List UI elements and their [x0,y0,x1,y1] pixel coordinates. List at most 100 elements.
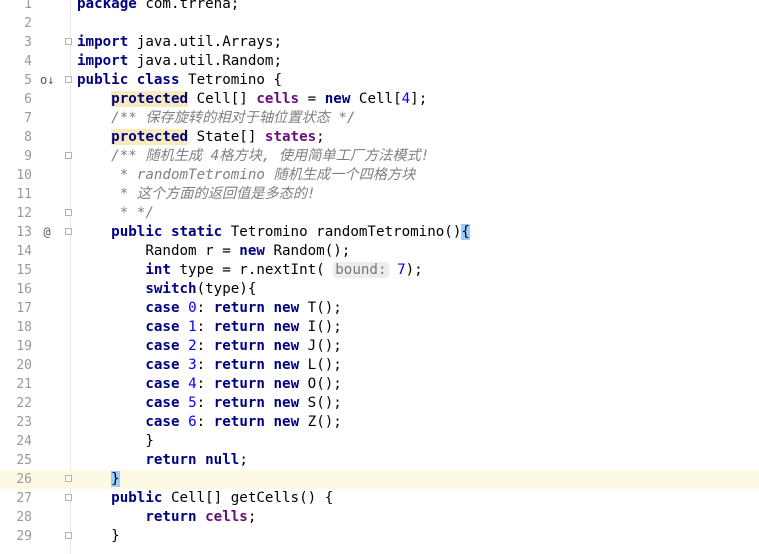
code-editor[interactable]: 1 package com.trrena; 2 3 import java.util.A… [0,0,759,546]
code-line[interactable]: 29 } [0,527,759,546]
fold-toggle-icon[interactable] [63,147,73,166]
line-number[interactable]: 5 [0,71,32,90]
line-number[interactable]: 17 [0,299,32,318]
code-text[interactable]: * 这个方面的返回值是多态的! [77,185,316,204]
code-line[interactable]: 4 import java.util.Random; [0,52,759,71]
fold-toggle-icon[interactable] [63,223,73,242]
code-line[interactable]: 23 case 6: return new Z(); [0,413,759,432]
line-number[interactable]: 6 [0,90,32,109]
code-line[interactable]: 28 return cells; [0,508,759,527]
code-line[interactable]: 19 case 2: return new J(); [0,337,759,356]
code-text[interactable]: * */ [77,204,154,223]
code-token: } [77,433,154,449]
code-text[interactable]: int type = r.nextInt( bound: 7); [77,261,423,280]
code-line[interactable]: 13 @ public static Tetromino randomTetrom… [0,223,759,242]
code-line[interactable]: 24 } [0,432,759,451]
code-line[interactable]: 5 o↓ public class Tetromino { [0,71,759,90]
line-number[interactable]: 24 [0,432,32,451]
fold-toggle-icon[interactable] [63,470,73,489]
code-text[interactable]: case 4: return new O(); [77,375,342,394]
code-line[interactable]: 16 switch(type){ [0,280,759,299]
code-text[interactable]: public class Tetromino { [77,71,282,90]
line-number[interactable]: 14 [0,242,32,261]
code-line[interactable]: 9 /** 随机生成 4格方块, 使用简单工厂方法模式! [0,147,759,166]
code-text[interactable]: /** 保存旋转的相对于轴位置状态 */ [77,109,355,128]
code-line[interactable]: 17 case 0: return new T(); [0,299,759,318]
line-number[interactable]: 10 [0,166,32,185]
code-text[interactable]: return null; [77,451,248,470]
fold-toggle-icon[interactable] [63,527,73,546]
line-number[interactable]: 11 [0,185,32,204]
line-number[interactable]: 25 [0,451,32,470]
line-number[interactable]: 16 [0,280,32,299]
code-line[interactable]: 8 protected State[] states; [0,128,759,147]
fold-toggle-icon[interactable] [63,489,73,508]
line-number[interactable]: 21 [0,375,32,394]
code-line[interactable]: 22 case 5: return new S(); [0,394,759,413]
code-line[interactable]: 15 int type = r.nextInt( bound: 7); [0,261,759,280]
line-number[interactable]: 27 [0,489,32,508]
line-number[interactable]: 28 [0,508,32,527]
code-text[interactable]: protected State[] states; [77,128,325,147]
code-line[interactable]: 1 package com.trrena; [0,0,759,14]
code-token: public class [77,72,180,88]
code-text[interactable]: public Cell[] getCells() { [77,489,333,508]
code-text[interactable]: case 2: return new J(); [77,337,342,356]
implemented-marker-icon[interactable]: o↓ [40,71,54,90]
code-text[interactable]: switch(type){ [77,280,256,299]
line-number[interactable]: 23 [0,413,32,432]
code-line[interactable]: 20 case 3: return new L(); [0,356,759,375]
line-number[interactable]: 8 [0,128,32,147]
code-text[interactable]: case 0: return new T(); [77,299,342,318]
code-text[interactable]: return cells; [77,508,256,527]
code-text[interactable]: protected Cell[] cells = new Cell[4]; [77,90,427,109]
code-line[interactable]: 21 case 4: return new O(); [0,375,759,394]
code-text[interactable]: case 1: return new I(); [77,318,342,337]
code-text[interactable]: case 6: return new Z(); [77,413,342,432]
code-text[interactable]: import java.util.Random; [77,52,282,71]
code-text[interactable]: } [77,470,120,489]
fold-toggle-icon[interactable] [63,33,73,52]
code-line[interactable]: 12 * */ [0,204,759,223]
line-number[interactable]: 29 [0,527,32,546]
code-line[interactable]: 18 case 1: return new I(); [0,318,759,337]
code-text[interactable]: case 3: return new L(); [77,356,342,375]
code-line[interactable]: 3 import java.util.Arrays; [0,33,759,52]
code-text[interactable]: /** 随机生成 4格方块, 使用简单工厂方法模式! [77,147,429,166]
line-number[interactable]: 20 [0,356,32,375]
line-number[interactable]: 18 [0,318,32,337]
code-line[interactable]: 27 public Cell[] getCells() { [0,489,759,508]
line-number[interactable]: 15 [0,261,32,280]
code-text[interactable]: public static Tetromino randomTetromino(… [77,223,470,242]
code-line[interactable]: 10 * randomTetromino 随机生成一个四格方块 [0,166,759,185]
code-text[interactable]: package com.trrena; [77,0,239,14]
code-text[interactable]: import java.util.Arrays; [77,33,282,52]
line-number[interactable]: 7 [0,109,32,128]
code-line[interactable]: 7 /** 保存旋转的相对于轴位置状态 */ [0,109,759,128]
code-line[interactable]: 26 } [0,470,759,489]
code-token: (type){ [196,281,257,297]
line-number[interactable]: 13 [0,223,32,242]
fold-toggle-icon[interactable] [63,204,73,223]
line-number[interactable]: 19 [0,337,32,356]
code-text[interactable]: } [77,527,120,546]
code-text[interactable]: } [77,432,154,451]
code-line[interactable]: 2 [0,14,759,33]
line-number[interactable]: 26 [0,470,32,489]
line-number[interactable]: 4 [0,52,32,71]
line-number[interactable]: 1 [0,0,32,14]
code-line[interactable]: 25 return null; [0,451,759,470]
line-number[interactable]: 3 [0,33,32,52]
fold-toggle-icon[interactable] [63,71,73,90]
line-number[interactable]: 22 [0,394,32,413]
code-line[interactable]: 11 * 这个方面的返回值是多态的! [0,185,759,204]
line-number[interactable]: 2 [0,14,32,33]
code-line[interactable]: 6 protected Cell[] cells = new Cell[4]; [0,90,759,109]
line-number[interactable]: 9 [0,147,32,166]
code-text[interactable]: * randomTetromino 随机生成一个四格方块 [77,166,416,185]
line-number[interactable]: 12 [0,204,32,223]
override-marker-icon[interactable]: @ [40,223,54,242]
code-text[interactable]: Random r = new Random(); [77,242,350,261]
code-text[interactable]: case 5: return new S(); [77,394,342,413]
code-line[interactable]: 14 Random r = new Random(); [0,242,759,261]
